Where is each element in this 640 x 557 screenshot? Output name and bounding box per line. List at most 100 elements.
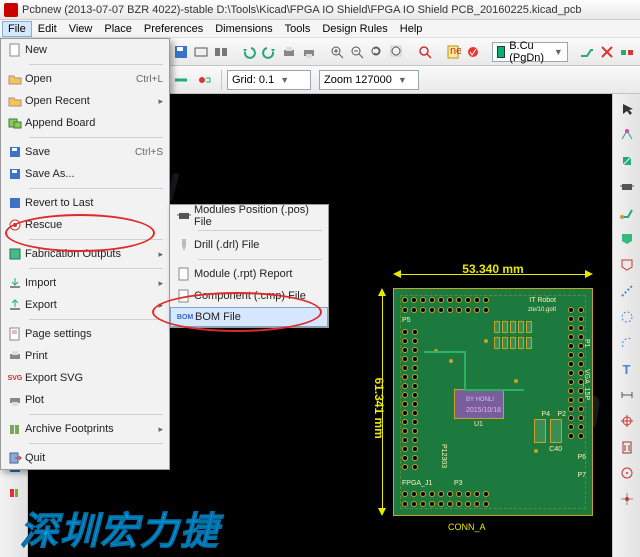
svg-text:net: net (450, 45, 461, 57)
silk-ref: P4 (541, 411, 550, 418)
redo-button[interactable] (260, 41, 278, 63)
zoom-in-button[interactable] (328, 41, 346, 63)
add-line-icon[interactable] (616, 280, 638, 302)
fabrication-submenu: Modules Position (.pos) File Drill (.drl… (169, 204, 329, 328)
add-target-icon[interactable] (616, 410, 638, 432)
dimension-width-label: 53.340 mm (393, 262, 593, 276)
menu-export-svg[interactable]: SVGExport SVG (1, 367, 169, 389)
menu-revert[interactable]: Revert to Last (1, 192, 169, 214)
brand-overlay: 深圳宏力捷 (20, 500, 220, 555)
silk-ref: P5 (402, 317, 411, 324)
menu-preferences[interactable]: Preferences (138, 21, 209, 37)
zoom-redraw-button[interactable] (368, 41, 386, 63)
menu-open-recent[interactable]: Open Recent▸ (1, 90, 169, 112)
silk-text: zte/10.goIt (528, 307, 556, 313)
submenu-modules-pos[interactable]: Modules Position (.pos) File (170, 205, 328, 227)
zoom-select-label: Zoom 127000 (324, 74, 392, 86)
add-dimension-icon[interactable] (616, 384, 638, 406)
silk-text: IT Robot (529, 297, 556, 304)
plot-button[interactable] (300, 41, 318, 63)
menu-open[interactable]: OpenCtrl+L (1, 68, 169, 90)
submenu-bom[interactable]: BOMBOM File (170, 307, 328, 327)
layer-select[interactable]: B.Cu (PgDn) ▼ (492, 42, 568, 62)
autoroute-button[interactable] (618, 41, 636, 63)
silk-ref: P12303 (440, 444, 447, 468)
via-size-button[interactable] (194, 69, 216, 91)
dimension-height-label: 61.341 mm (372, 377, 386, 438)
menu-rescue[interactable]: Rescue (1, 214, 169, 236)
silk-ref: C40 (549, 446, 562, 453)
silk-text: BY HONLI (466, 397, 494, 403)
track-width-button[interactable] (170, 69, 192, 91)
drc-button[interactable] (464, 41, 482, 63)
grid-select[interactable]: Grid: 0.1 ▼ (227, 70, 311, 90)
menu-archive-footprints[interactable]: Archive Footprints▸ (1, 418, 169, 440)
submenu-module-rpt[interactable]: Module (.rpt) Report (170, 263, 328, 285)
zoom-select[interactable]: Zoom 127000 ▼ (319, 70, 419, 90)
silk-ref: FPGA_J1 (402, 480, 432, 487)
silk-ref: P6 (577, 454, 586, 461)
menu-file[interactable]: File (2, 21, 32, 37)
menu-append-board[interactable]: Append Board (1, 112, 169, 134)
silk-ref: CONN_A (448, 522, 486, 532)
module-editor-button[interactable] (192, 41, 210, 63)
menu-import[interactable]: Import▸ (1, 272, 169, 294)
print-button[interactable] (280, 41, 298, 63)
menu-fabrication-outputs[interactable]: Fabrication Outputs▸ (1, 243, 169, 265)
pcb-board: P5 VGA_15P P1 FPGA_J1 P3 C40 P6 P7 U1 P1… (393, 288, 593, 516)
menubar: File Edit View Place Preferences Dimensi… (0, 20, 640, 38)
menu-tools[interactable]: Tools (279, 21, 317, 37)
menu-quit[interactable]: Quit (1, 447, 169, 469)
silk-text: 2015/10/18 (466, 407, 501, 414)
find-button[interactable] (416, 41, 434, 63)
add-zone-icon[interactable] (616, 228, 638, 250)
add-track-icon[interactable] (616, 202, 638, 224)
silk-ref: U1 (474, 421, 483, 428)
silk-ref: P2 (557, 411, 566, 418)
add-keepout-icon[interactable] (616, 254, 638, 276)
netlist-button[interactable]: net (444, 41, 462, 63)
titlebar: Pcbnew (2013-07-07 BZR 4022)-stable D:\T… (0, 0, 640, 20)
library-button[interactable] (212, 41, 230, 63)
place-origin-icon[interactable] (616, 462, 638, 484)
menu-save[interactable]: SaveCtrl+S (1, 141, 169, 163)
highlight-net-icon[interactable] (616, 124, 638, 146)
menu-print[interactable]: Print (1, 345, 169, 367)
menu-place[interactable]: Place (98, 21, 138, 37)
layer-select-label: B.Cu (PgDn) (509, 40, 548, 64)
right-toolbar: T (612, 94, 640, 557)
submenu-component-cmp[interactable]: Component (.cmp) File (170, 285, 328, 307)
mode-track-button[interactable] (578, 41, 596, 63)
add-arc-icon[interactable] (616, 332, 638, 354)
silk-ref: P7 (577, 472, 586, 479)
menu-new[interactable]: New (1, 39, 169, 61)
menu-plot[interactable]: Plot (1, 389, 169, 411)
save-button[interactable] (172, 41, 190, 63)
menu-design-rules[interactable]: Design Rules (316, 21, 393, 37)
add-circle-icon[interactable] (616, 306, 638, 328)
menu-view[interactable]: View (63, 21, 99, 37)
silk-ref: P3 (454, 480, 463, 487)
menu-dimensions[interactable]: Dimensions (209, 21, 278, 37)
grid-select-label: Grid: 0.1 (232, 74, 274, 86)
dimension-width: 53.340 mm (393, 264, 593, 284)
menu-help[interactable]: Help (394, 21, 429, 37)
delete-icon[interactable] (616, 436, 638, 458)
add-module-icon[interactable] (616, 176, 638, 198)
add-text-icon[interactable]: T (616, 358, 638, 380)
file-menu-dropdown: New OpenCtrl+L Open Recent▸ Append Board… (0, 38, 170, 470)
grid-origin-icon[interactable] (616, 488, 638, 510)
mode-module-button[interactable] (598, 41, 616, 63)
silk-ref: P1 (583, 339, 590, 348)
menu-page-settings[interactable]: Page settings (1, 323, 169, 345)
submenu-drill[interactable]: Drill (.drl) File (170, 234, 328, 256)
silk-ref: VGA_15P (583, 369, 590, 400)
undo-button[interactable] (240, 41, 258, 63)
zoom-out-button[interactable] (348, 41, 366, 63)
menu-edit[interactable]: Edit (32, 21, 63, 37)
menu-save-as[interactable]: Save As... (1, 163, 169, 185)
local-ratsnest-icon[interactable] (616, 150, 638, 172)
menu-export[interactable]: Export▸ (1, 294, 169, 316)
zoom-fit-button[interactable] (388, 41, 406, 63)
arrow-icon[interactable] (616, 98, 638, 120)
